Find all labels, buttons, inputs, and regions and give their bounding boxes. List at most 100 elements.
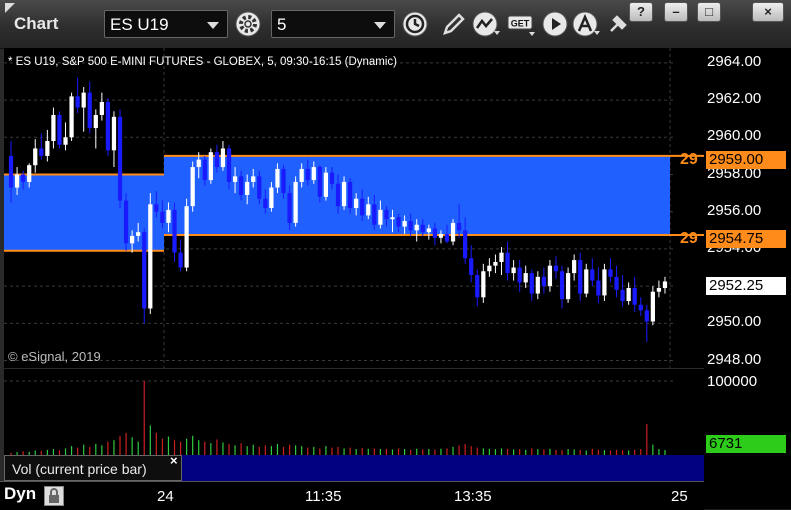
resize-grip-icon[interactable] [4,2,16,14]
alerts-button[interactable] [572,10,600,38]
maximize-button[interactable]: □ [697,2,721,22]
candle-body [293,181,298,223]
alert-a-icon [572,11,600,37]
price-plot [4,48,704,368]
clock-icon [402,11,428,37]
candle-body [456,222,462,231]
candle-body [317,167,322,197]
candle-body [408,221,413,231]
candle-body [281,168,286,194]
price-axis-label: 2962.00 [707,90,762,108]
play-button[interactable] [541,10,569,38]
candle-body [14,174,20,188]
time-template-button[interactable] [401,10,429,38]
candle-body [535,276,540,294]
candle-body [87,92,92,128]
candle-body [638,304,643,311]
chart-info-text: * ES U19, S&P 500 E-MINI FUTURES - GLOBE… [8,56,398,68]
candle-body [378,209,383,225]
volume-pane[interactable] [4,369,704,455]
candle-body [136,232,141,236]
candle-body [117,116,123,201]
close-button[interactable]: × [752,2,784,22]
last-price-tag: 2952.25 [706,277,786,295]
candle-body [547,265,553,287]
candle-body [487,265,492,272]
candle-body [644,310,649,322]
symbol-value: ES U19 [110,15,169,34]
candle-body [505,252,510,274]
symbol-input[interactable]: ES U19 [104,10,228,38]
minimize-button[interactable]: – [664,2,688,22]
candle-body [220,148,226,168]
time-label: 24 [157,488,174,505]
candle-body [481,271,486,298]
candle-body [323,172,329,197]
candle-body [384,209,389,220]
chevron-down-icon[interactable] [374,22,386,29]
get-icon: GET [507,15,535,36]
candle-body [251,176,256,182]
zone-upper-label: 29 [680,151,698,168]
candle-body [75,96,80,108]
chevron-down-icon[interactable] [207,22,219,29]
candle-body [81,92,86,108]
price-axis-label: 2960.00 [707,127,762,145]
upper-zone-price-tag: 2959.00 [706,151,786,169]
dynamic-mode-label[interactable]: Dyn [4,484,36,504]
candle-body [172,209,177,253]
candle-body [142,232,147,309]
candle-body [602,269,607,296]
zone-lower-label: 29 [680,230,698,247]
window-title: Chart [14,14,59,33]
link-tool-button[interactable] [604,10,632,38]
candle-body [402,221,407,227]
candle-body [360,198,365,216]
interval-input[interactable]: 5 [271,10,395,38]
price-axis-label: 2956.00 [707,201,762,219]
candle-body [208,152,213,181]
time-label: 11:35 [305,488,342,505]
price-chart[interactable] [4,48,704,368]
candle-body [257,176,262,199]
candle-body [341,181,347,207]
candle-body [69,96,74,138]
studies-button[interactable] [472,10,500,38]
candle-body [111,116,117,151]
candle-body [559,271,565,300]
candle-body [329,172,335,184]
close-icon[interactable]: × [170,453,178,468]
candle-body [420,224,425,233]
candle-body [614,276,619,290]
candle-body [469,258,474,275]
price-axis-label: 2948.00 [707,350,762,368]
candle-body [226,148,232,182]
candle-body [245,181,250,195]
candle-body [517,267,522,283]
time-label: 13:35 [454,488,492,505]
lock-icon[interactable] [44,486,64,506]
volume-max-label: 100000 [707,373,758,390]
candle-body [493,261,498,266]
time-axis[interactable] [0,481,704,510]
candle-body [93,114,98,128]
candle-body [214,152,220,168]
chart-line-icon [472,11,500,37]
candle-body [565,273,571,300]
candle-body [523,273,528,283]
settings-button[interactable] [234,10,262,38]
draw-tool-button[interactable] [440,10,468,38]
candle-body [51,114,56,142]
candle-body [656,288,662,292]
play-icon [542,11,568,37]
candle-body [21,174,26,182]
candle-body [414,224,419,231]
candle-body [178,252,183,268]
volume-study-label[interactable]: Vol (current price bar) [4,455,182,481]
candle-body [372,204,377,225]
candle-body [123,200,129,244]
help-button[interactable]: ? [629,2,653,22]
candle-body [529,273,534,294]
get-button[interactable]: GET [507,10,537,38]
price-axis-label: 2950.00 [707,313,762,331]
